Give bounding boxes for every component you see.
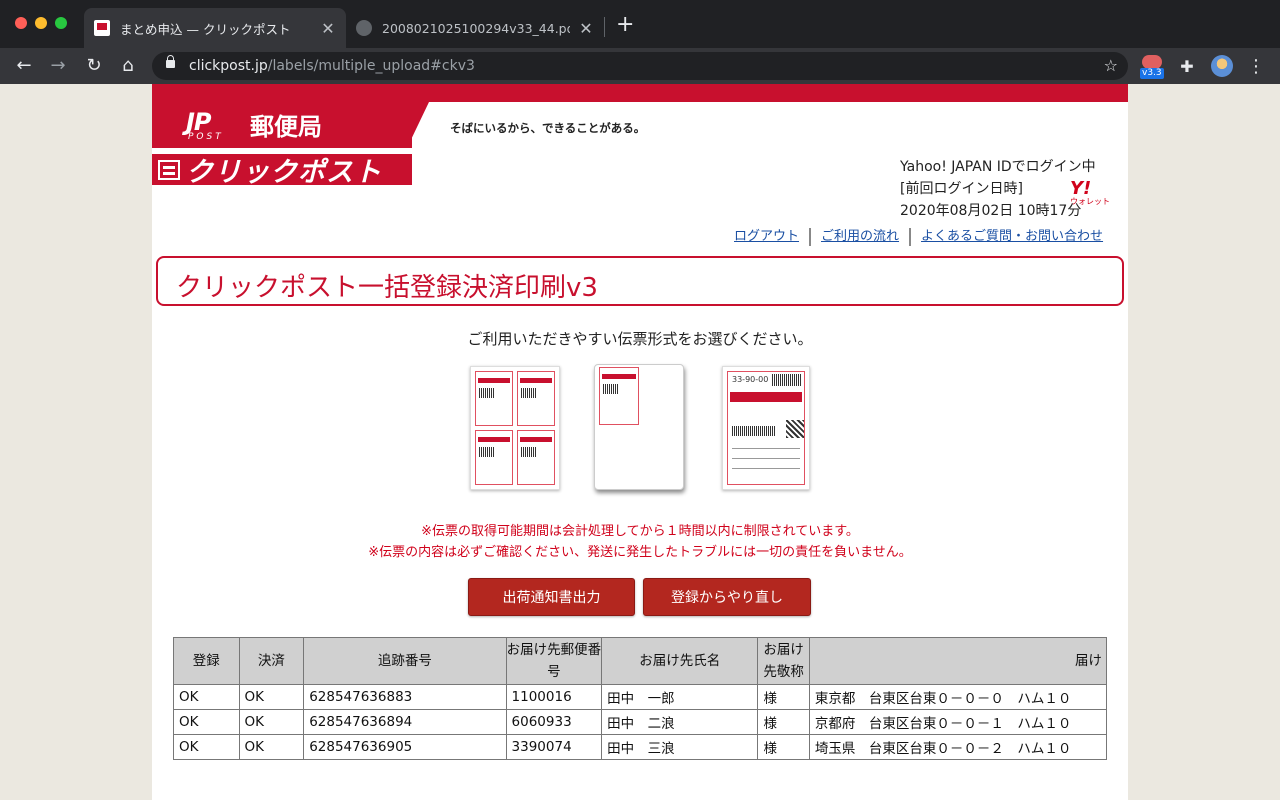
- login-info: Yahoo! JAPAN IDでログイン中 [前回ログイン日時] 2020年08…: [900, 159, 1096, 219]
- yubinkyoku-text: 郵便局: [250, 113, 322, 141]
- table-header-row: 登録 決済 追跡番号 お届け先郵便番号 お届け先氏名 お届け先敬称 届け: [173, 637, 1107, 685]
- tab-matome[interactable]: まとめ申込 — クリックポスト ✕: [84, 8, 346, 48]
- col-registration: 登録: [173, 637, 240, 685]
- yahoo-wallet-label: ウォレット: [1070, 197, 1110, 206]
- notice-disclaimer: ※伝票の内容は必ずご確認ください、発送に発生したトラブルには一切の責任を負いませ…: [368, 545, 912, 560]
- extension-icon[interactable]: v3.3: [1140, 52, 1164, 80]
- close-window-button[interactable]: [15, 17, 27, 29]
- col-address: 届け: [808, 637, 1107, 685]
- profile-avatar[interactable]: [1210, 52, 1234, 80]
- page-title: クリックポスト一括登録決済印刷v3: [176, 273, 598, 303]
- minimize-window-button[interactable]: [35, 17, 47, 29]
- format-option-4up[interactable]: [470, 366, 560, 490]
- col-honorific: お届け先敬称: [757, 637, 810, 685]
- tab-title: 2008021025100294v33_44.pdf: [382, 20, 570, 36]
- clickpost-logo-icon: [158, 159, 180, 180]
- maximize-window-button[interactable]: [55, 17, 67, 29]
- forward-arrow-icon[interactable]: →: [46, 54, 70, 78]
- table-row: OK OK 628547636905 3390074 田中 三浪 様 埼玉県 台…: [173, 734, 1107, 760]
- redo-registration-button[interactable]: 登録からやり直し: [643, 578, 811, 616]
- reload-icon[interactable]: ↻: [82, 54, 106, 78]
- address-bar[interactable]: clickpost.jp/labels/multiple_upload#ckv3…: [152, 52, 1128, 80]
- format-option-a4-single[interactable]: [594, 364, 684, 490]
- header-red-bar: [152, 84, 1128, 102]
- col-tracking-number: 追跡番号: [303, 637, 507, 685]
- browser-toolbar: ← → ↻ ⌂ clickpost.jp/labels/multiple_upl…: [0, 48, 1280, 84]
- tab-separator: [604, 17, 605, 37]
- results-table: 登録 決済 追跡番号 お届け先郵便番号 お届け先氏名 お届け先敬称 届け OK …: [173, 637, 1107, 767]
- table-row: OK OK 628547636883 1100016 田中 一郎 様 東京都 台…: [173, 684, 1107, 710]
- format-option-label[interactable]: 33-90-00: [722, 366, 810, 490]
- lock-icon: [166, 55, 175, 68]
- logout-link[interactable]: ログアウト: [724, 228, 812, 246]
- print-shipping-notice-button[interactable]: 出荷通知書出力: [468, 578, 635, 616]
- page-content: JP POST 郵便局 そばにいるから、できることがある。 クリックポスト Ya…: [152, 84, 1128, 800]
- clickpost-logo[interactable]: クリックポスト: [152, 152, 412, 188]
- col-recipient-name: お届け先氏名: [601, 637, 759, 685]
- globe-icon: [356, 20, 372, 36]
- close-tab-icon[interactable]: ✕: [320, 19, 336, 38]
- url-text: clickpost.jp/labels/multiple_upload#ckv3: [189, 58, 475, 74]
- col-payment: 決済: [238, 637, 305, 685]
- japanpost-banner: JP POST 郵便局: [152, 102, 412, 148]
- tab-title: まとめ申込 — クリックポスト: [120, 21, 291, 37]
- close-tab-icon[interactable]: ✕: [578, 19, 594, 38]
- extensions-puzzle-icon[interactable]: ✚: [1176, 52, 1198, 80]
- col-postal-code: お届け先郵便番号: [505, 637, 603, 685]
- notice-time-limit: ※伝票の取得可能期間は会計処理してから１時間以内に制限されています。: [421, 524, 859, 539]
- faq-link[interactable]: よくあるご質問・お問い合わせ: [911, 228, 1113, 246]
- clickpost-favicon-icon: [94, 20, 110, 36]
- usage-flow-link[interactable]: ご利用の流れ: [811, 228, 912, 246]
- back-arrow-icon[interactable]: ←: [12, 54, 36, 78]
- header-links: ログアウト ご利用の流れ よくあるご質問・お問い合わせ: [724, 228, 1113, 246]
- tab-pdf[interactable]: 2008021025100294v33_44.pdf ✕: [346, 8, 604, 48]
- browser-titlebar: まとめ申込 — クリックポスト ✕ 2008021025100294v33_44…: [0, 0, 1280, 48]
- jp-post-text: POST: [188, 132, 224, 142]
- kebab-menu-icon[interactable]: ⋮: [1246, 52, 1266, 80]
- table-row: OK OK 628547636894 6060933 田中 二浪 様 京都府 台…: [173, 709, 1107, 735]
- bookmark-star-icon[interactable]: ☆: [1104, 56, 1118, 75]
- tagline: そばにいるから、できることがある。: [450, 121, 646, 135]
- new-tab-button[interactable]: +: [616, 14, 634, 36]
- page-title-box: クリックポスト一括登録決済印刷v3: [156, 256, 1124, 306]
- format-prompt: ご利用いただきやすい伝票形式をお選びください。: [467, 330, 813, 348]
- home-icon[interactable]: ⌂: [116, 54, 140, 78]
- extension-badge: v3.3: [1140, 68, 1164, 79]
